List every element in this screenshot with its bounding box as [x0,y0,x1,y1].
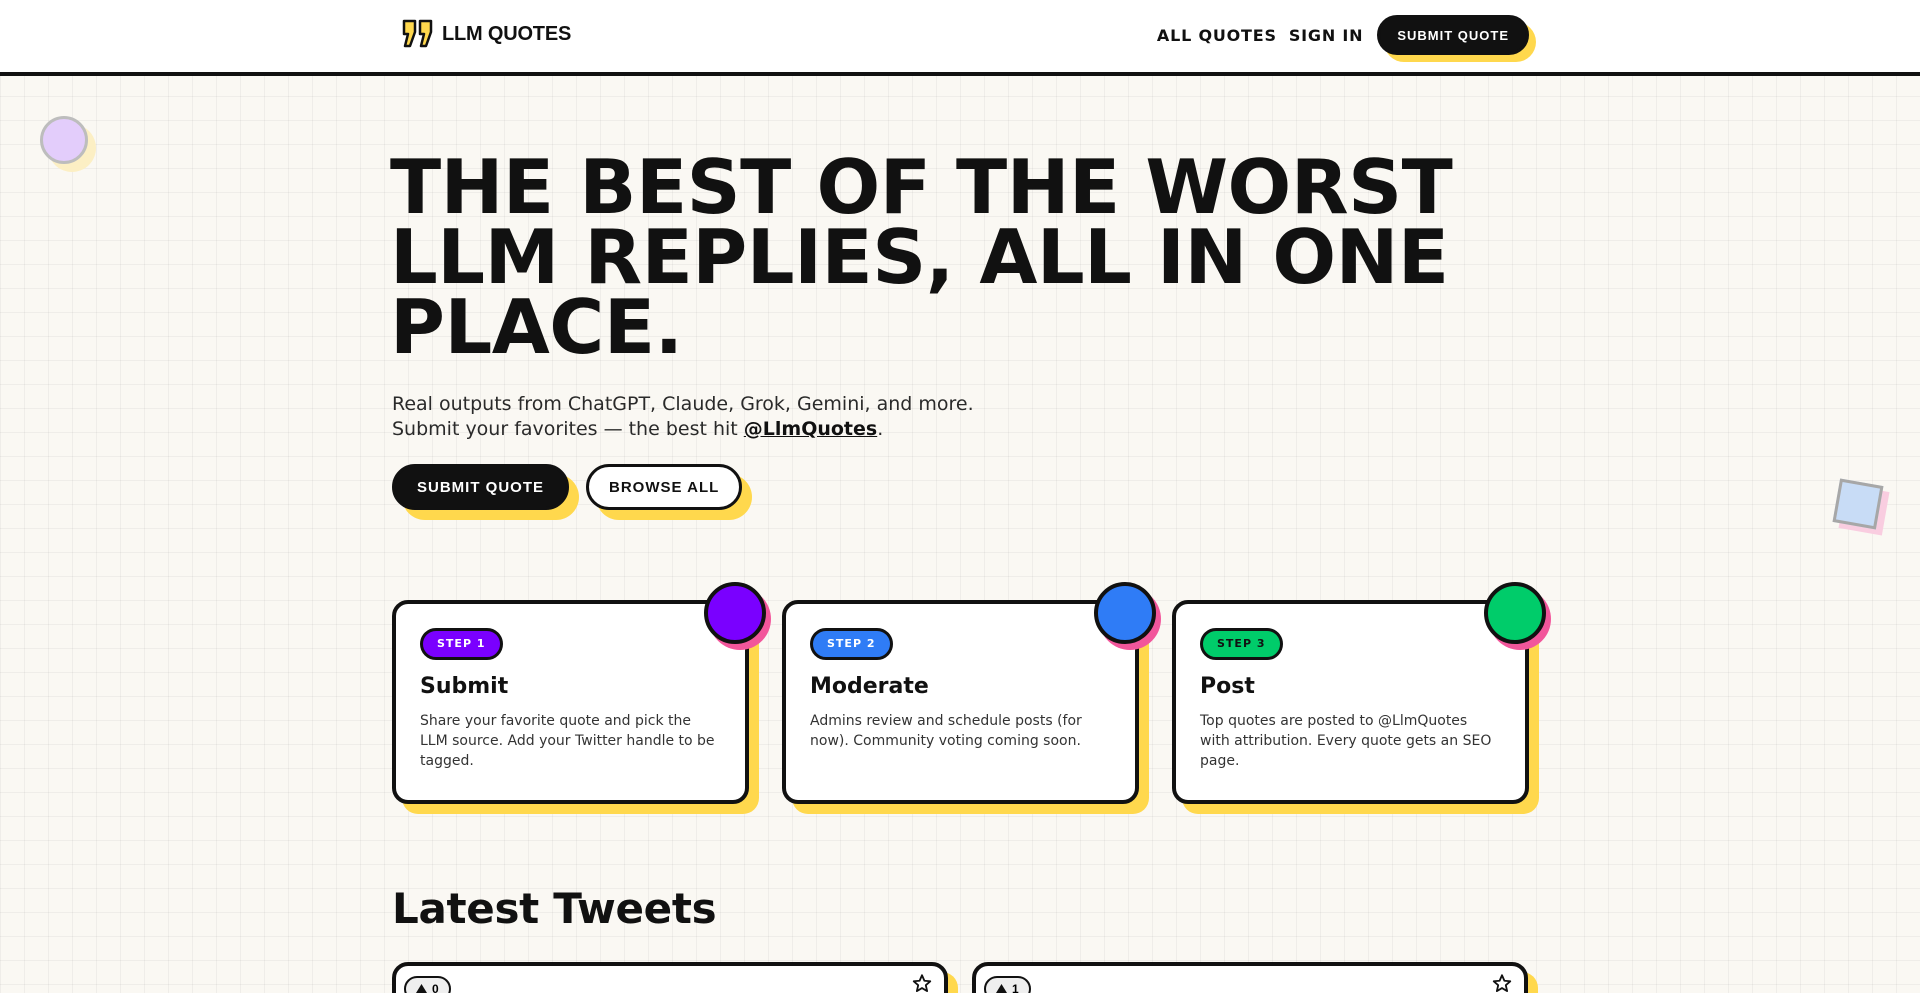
step-badge: STEP 2 [810,628,893,660]
decorative-circle [40,116,88,164]
hero-title: THE BEST OF THE WORST LLM REPLIES, ALL I… [390,143,1490,371]
hero-title-line: LLM REPLIES, ALL IN ONE [390,213,1449,301]
hero-subtitle-line-2: Submit your favorites — the best hit @Ll… [392,417,974,442]
hero-subtitle-line-1: Real outputs from ChatGPT, Claude, Grok,… [392,393,974,415]
decorative-square [1832,478,1884,530]
triangle-up-icon [416,982,427,993]
step-dot [704,582,766,644]
nav-sign-in[interactable]: SIGN IN [1289,26,1364,45]
hero-browse-wrapper: BROWSE ALL [586,464,753,520]
quote-marks-icon [400,18,436,50]
browse-all-button[interactable]: BROWSE ALL [586,464,743,510]
step-title: Submit [420,674,509,699]
step-description: Admins review and schedule posts (for no… [810,713,1082,749]
header-submit-wrapper: SUBMIT QUOTE [1377,15,1536,62]
hero-submit-quote-button[interactable]: SUBMIT QUOTE [392,464,569,510]
upvote-button[interactable]: 1 [984,976,1031,993]
step-dot [1094,582,1156,644]
tweet-card-body: 0 [392,962,948,993]
hero-title-line: PLACE. [390,283,683,371]
step-card-body: STEP 3 Post Top quotes are posted to @Ll… [1172,600,1529,804]
star-icon[interactable] [912,974,932,993]
vote-count: 0 [432,982,439,993]
step-card-submit: STEP 1 Submit Share your favorite quote … [392,582,771,814]
upvote-button[interactable]: 0 [404,976,451,993]
latest-tweets-heading: Latest Tweets [392,884,717,933]
step-card-body: STEP 1 Submit Share your favorite quote … [392,600,749,804]
step-card-moderate: STEP 2 Moderate Admins review and schedu… [782,582,1161,814]
tweet-card: 0 [392,962,958,993]
hero-actions: SUBMIT QUOTE BROWSE ALL [392,464,753,520]
vote-count: 1 [1012,982,1019,993]
logo-text: LLM QUOTES [442,22,572,45]
hero-submit-wrapper: SUBMIT QUOTE [392,464,579,520]
main-nav: ALL QUOTES SIGN IN SUBMIT QUOTE [1157,15,1536,62]
star-icon[interactable] [1492,974,1512,993]
twitter-handle-link[interactable]: @LlmQuotes [744,418,877,440]
step-title: Moderate [810,674,929,699]
step-description: Top quotes are posted to @LlmQuotes with… [1200,713,1492,769]
step-badge: STEP 1 [420,628,503,660]
hero-subtitle-text: Submit your favorites — the best hit [392,418,744,440]
step-dot [1484,582,1546,644]
nav-all-quotes[interactable]: ALL QUOTES [1157,26,1277,45]
step-card-post: STEP 3 Post Top quotes are posted to @Ll… [1172,582,1551,814]
hero-title-line: THE BEST OF THE WORST [390,143,1453,231]
hero-subtitle: Real outputs from ChatGPT, Claude, Grok,… [392,392,974,442]
logo[interactable]: LLM QUOTES [400,18,571,50]
tweet-card: 1 [972,962,1538,993]
step-badge: STEP 3 [1200,628,1283,660]
step-description: Share your favorite quote and pick the L… [420,713,715,769]
tweet-card-body: 1 [972,962,1528,993]
triangle-up-icon [996,982,1007,993]
step-title: Post [1200,674,1255,699]
site-header: LLM QUOTES ALL QUOTES SIGN IN SUBMIT QUO… [0,0,1920,76]
hero-subtitle-period: . [877,418,884,440]
step-card-body: STEP 2 Moderate Admins review and schedu… [782,600,1139,804]
header-submit-quote-button[interactable]: SUBMIT QUOTE [1377,15,1529,55]
